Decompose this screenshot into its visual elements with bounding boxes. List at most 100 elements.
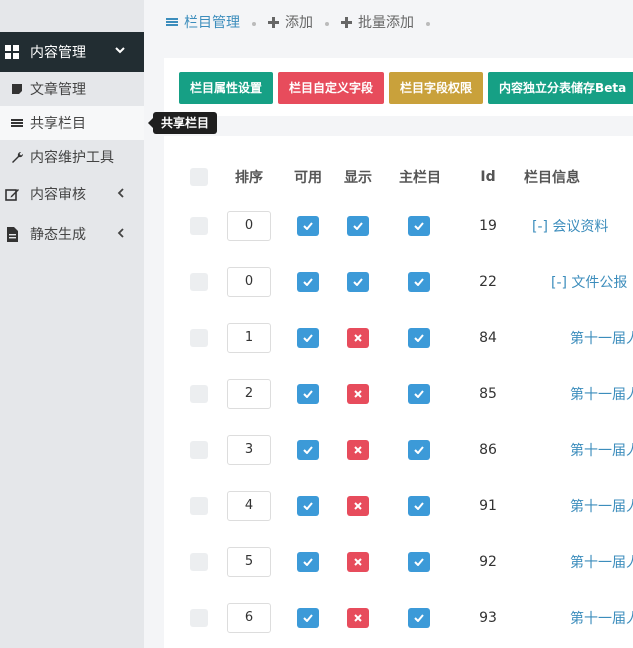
row-select bbox=[188, 590, 210, 646]
separator-dot bbox=[426, 22, 430, 26]
display-toggle[interactable] bbox=[347, 216, 369, 236]
select-all-checkbox[interactable] bbox=[188, 162, 210, 192]
display-toggle[interactable] bbox=[347, 608, 369, 628]
custom-fields-button[interactable]: 栏目自定义字段 bbox=[278, 72, 385, 104]
enabled-toggle[interactable] bbox=[297, 608, 319, 628]
sort-input[interactable]: 2 bbox=[227, 379, 271, 409]
column-info-link[interactable]: [-] 会议资料 bbox=[532, 198, 608, 254]
checkbox[interactable] bbox=[190, 168, 208, 186]
checkbox[interactable] bbox=[190, 329, 208, 347]
separate-table-storage-button[interactable]: 内容独立分表储存Beta bbox=[488, 72, 633, 104]
tab-batch-add[interactable]: 批量添加 bbox=[341, 12, 414, 32]
id-cell: 22 bbox=[479, 274, 497, 290]
row-select bbox=[188, 366, 210, 422]
main-column-toggle[interactable] bbox=[408, 272, 430, 292]
column-attributes-button[interactable]: 栏目属性设置 bbox=[179, 72, 274, 104]
enabled-cell bbox=[297, 310, 319, 366]
display-toggle[interactable] bbox=[347, 328, 369, 348]
close-icon bbox=[354, 614, 362, 622]
header-id[interactable]: Id bbox=[468, 162, 508, 192]
check-icon bbox=[303, 278, 313, 286]
main-column-toggle[interactable] bbox=[408, 328, 430, 348]
header-main-column[interactable]: 主栏目 bbox=[390, 162, 450, 192]
column-info-link[interactable]: 第十一届人 bbox=[570, 422, 633, 478]
check-icon bbox=[303, 390, 313, 398]
note-icon bbox=[10, 83, 24, 95]
tab-column-management[interactable]: 栏目管理 bbox=[166, 12, 240, 32]
separator-dot bbox=[252, 22, 256, 26]
enabled-cell bbox=[297, 366, 319, 422]
main-cell bbox=[408, 366, 430, 422]
display-toggle[interactable] bbox=[347, 496, 369, 516]
main-cell bbox=[408, 422, 430, 478]
check-icon bbox=[303, 502, 313, 510]
close-icon bbox=[354, 558, 362, 566]
enabled-toggle[interactable] bbox=[297, 384, 319, 404]
check-icon bbox=[303, 334, 313, 342]
wrench-icon bbox=[10, 151, 24, 164]
sort-input[interactable]: 4 bbox=[227, 491, 271, 521]
plus-icon bbox=[341, 16, 352, 28]
enabled-toggle[interactable] bbox=[297, 216, 319, 236]
chevron-left-icon bbox=[116, 227, 126, 243]
sort-input[interactable]: 5 bbox=[227, 547, 271, 577]
display-cell bbox=[347, 534, 369, 590]
sidebar-item-shared-columns[interactable]: 共享栏目 bbox=[0, 106, 144, 140]
sort-input[interactable]: 3 bbox=[227, 435, 271, 465]
sidebar-section-content-management[interactable]: 内容管理 bbox=[0, 32, 144, 72]
column-info-link[interactable]: [-] 文件公报 bbox=[551, 254, 627, 310]
main-column-toggle[interactable] bbox=[408, 496, 430, 516]
column-info-link[interactable]: 第十一届人 bbox=[570, 590, 633, 646]
id-cell: 84 bbox=[479, 330, 497, 346]
column-info-link[interactable]: 第十一届人 bbox=[570, 534, 633, 590]
sort-input[interactable]: 0 bbox=[227, 211, 271, 241]
display-toggle[interactable] bbox=[347, 384, 369, 404]
header-display[interactable]: 显示 bbox=[336, 162, 380, 192]
tab-label: 批量添加 bbox=[358, 15, 414, 31]
display-cell bbox=[347, 478, 369, 534]
checkbox[interactable] bbox=[190, 553, 208, 571]
enabled-toggle[interactable] bbox=[297, 272, 319, 292]
checkbox[interactable] bbox=[190, 497, 208, 515]
checkbox[interactable] bbox=[190, 217, 208, 235]
checkbox[interactable] bbox=[190, 273, 208, 291]
checkbox[interactable] bbox=[190, 609, 208, 627]
display-toggle[interactable] bbox=[347, 440, 369, 460]
display-cell bbox=[347, 366, 369, 422]
main-column-toggle[interactable] bbox=[408, 384, 430, 404]
enabled-toggle[interactable] bbox=[297, 552, 319, 572]
sidebar-item-maintenance-tools[interactable]: 内容维护工具 bbox=[0, 140, 144, 174]
column-info-link[interactable]: 第十一届人 bbox=[570, 366, 633, 422]
header-column-info[interactable]: 栏目信息 bbox=[524, 162, 594, 192]
main-column-toggle[interactable] bbox=[408, 608, 430, 628]
header-sort[interactable]: 排序 bbox=[224, 162, 274, 192]
sidebar-item-articles[interactable]: 文章管理 bbox=[0, 72, 144, 106]
main-column-toggle[interactable] bbox=[408, 440, 430, 460]
enabled-toggle[interactable] bbox=[297, 496, 319, 516]
sort-input[interactable]: 1 bbox=[227, 323, 271, 353]
enabled-toggle[interactable] bbox=[297, 328, 319, 348]
sidebar-menu-content-review[interactable]: 内容审核 bbox=[0, 174, 144, 214]
sort-input[interactable]: 0 bbox=[227, 267, 271, 297]
header-enabled[interactable]: 可用 bbox=[286, 162, 330, 192]
column-info-link[interactable]: 第十一届人 bbox=[570, 478, 633, 534]
tab-add[interactable]: 添加 bbox=[268, 12, 313, 32]
sidebar: 内容管理 文章管理 共享栏目 内容维护工具 内容审核 静态生成 bbox=[0, 0, 144, 648]
column-info-link[interactable]: 第十一届人 bbox=[570, 310, 633, 366]
sort-cell: 6 bbox=[227, 590, 271, 646]
field-permissions-button[interactable]: 栏目字段权限 bbox=[389, 72, 484, 104]
sort-input[interactable]: 6 bbox=[227, 603, 271, 633]
main-column-toggle[interactable] bbox=[408, 216, 430, 236]
enabled-toggle[interactable] bbox=[297, 440, 319, 460]
id-cell: 85 bbox=[479, 386, 497, 402]
enabled-cell bbox=[297, 254, 319, 310]
sidebar-menu-static-generation[interactable]: 静态生成 bbox=[0, 214, 144, 254]
main-column-toggle[interactable] bbox=[408, 552, 430, 572]
checkbox[interactable] bbox=[190, 441, 208, 459]
display-toggle[interactable] bbox=[347, 272, 369, 292]
table-row: 6 93 第十一届人 bbox=[164, 590, 633, 646]
display-toggle[interactable] bbox=[347, 552, 369, 572]
checkbox[interactable] bbox=[190, 385, 208, 403]
edit-icon bbox=[4, 187, 20, 202]
main-cell bbox=[408, 478, 430, 534]
